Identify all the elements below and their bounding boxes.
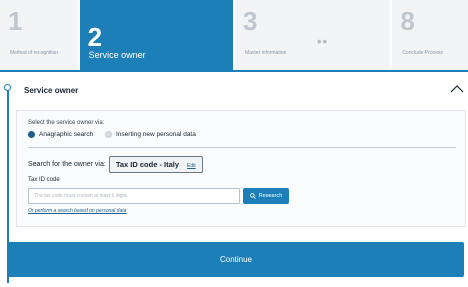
edit-link[interactable]: Edit xyxy=(187,163,196,169)
step-number: 3 xyxy=(242,6,258,36)
step-label: Conclude Process xyxy=(402,50,443,56)
continue-button[interactable]: Continue xyxy=(8,242,464,277)
divider xyxy=(28,147,456,148)
section-header[interactable]: Service owner xyxy=(16,80,466,100)
chevron-up-icon[interactable] xyxy=(450,82,464,96)
service-owner-card: Select the service owner via: Anagraphic… xyxy=(16,110,466,227)
research-button[interactable]: Research xyxy=(243,188,289,204)
stepper-underline xyxy=(0,70,468,72)
radio-selected-icon[interactable] xyxy=(28,131,35,138)
tax-id-input[interactable] xyxy=(28,188,240,204)
step-label: Service owner xyxy=(88,50,146,60)
radio-anagraphic-search[interactable]: Anagraphic search xyxy=(28,131,93,138)
search-icon xyxy=(249,193,256,199)
search-for-label: Search for the owner via: xyxy=(28,161,106,168)
step-number: 2 xyxy=(87,22,103,52)
search-mode-pill[interactable]: Tax ID code - Italy Edit xyxy=(108,156,203,173)
step-1[interactable]: 1 Method of recognition xyxy=(0,0,78,70)
steps-ellipsis: •• xyxy=(316,34,329,49)
step-8[interactable]: 8 Conclude Process xyxy=(392,0,468,70)
step-2-active[interactable]: 2 Service owner xyxy=(79,0,233,70)
personal-data-search-link[interactable]: Or perform a search based on personal da… xyxy=(28,208,126,214)
step-number: 1 xyxy=(8,6,23,36)
section-title: Service owner xyxy=(24,86,79,95)
radio-new-personal-data[interactable]: Inserting new personal data xyxy=(105,131,196,138)
select-owner-label: Select the service owner via: xyxy=(28,120,105,126)
timeline-dot xyxy=(4,84,11,91)
step-number: 8 xyxy=(400,6,415,36)
search-mode-row: Search for the owner via: Tax ID code - … xyxy=(28,156,203,173)
progress-stepper: 1 Method of recognition 2 Service owner … xyxy=(0,0,468,70)
research-label: Research xyxy=(258,193,283,199)
search-mode-value: Tax ID code - Italy xyxy=(115,160,180,169)
radio-unselected-icon[interactable] xyxy=(105,131,112,138)
step-label: Method of recognition xyxy=(10,50,59,56)
tax-id-label: Tax ID code xyxy=(28,177,60,183)
step-label: Master information xyxy=(244,50,287,56)
radio-label: Inserting new personal data xyxy=(116,131,196,138)
radio-label: Anagraphic search xyxy=(39,131,94,138)
step-3[interactable]: 3 Master information •• xyxy=(234,0,391,70)
